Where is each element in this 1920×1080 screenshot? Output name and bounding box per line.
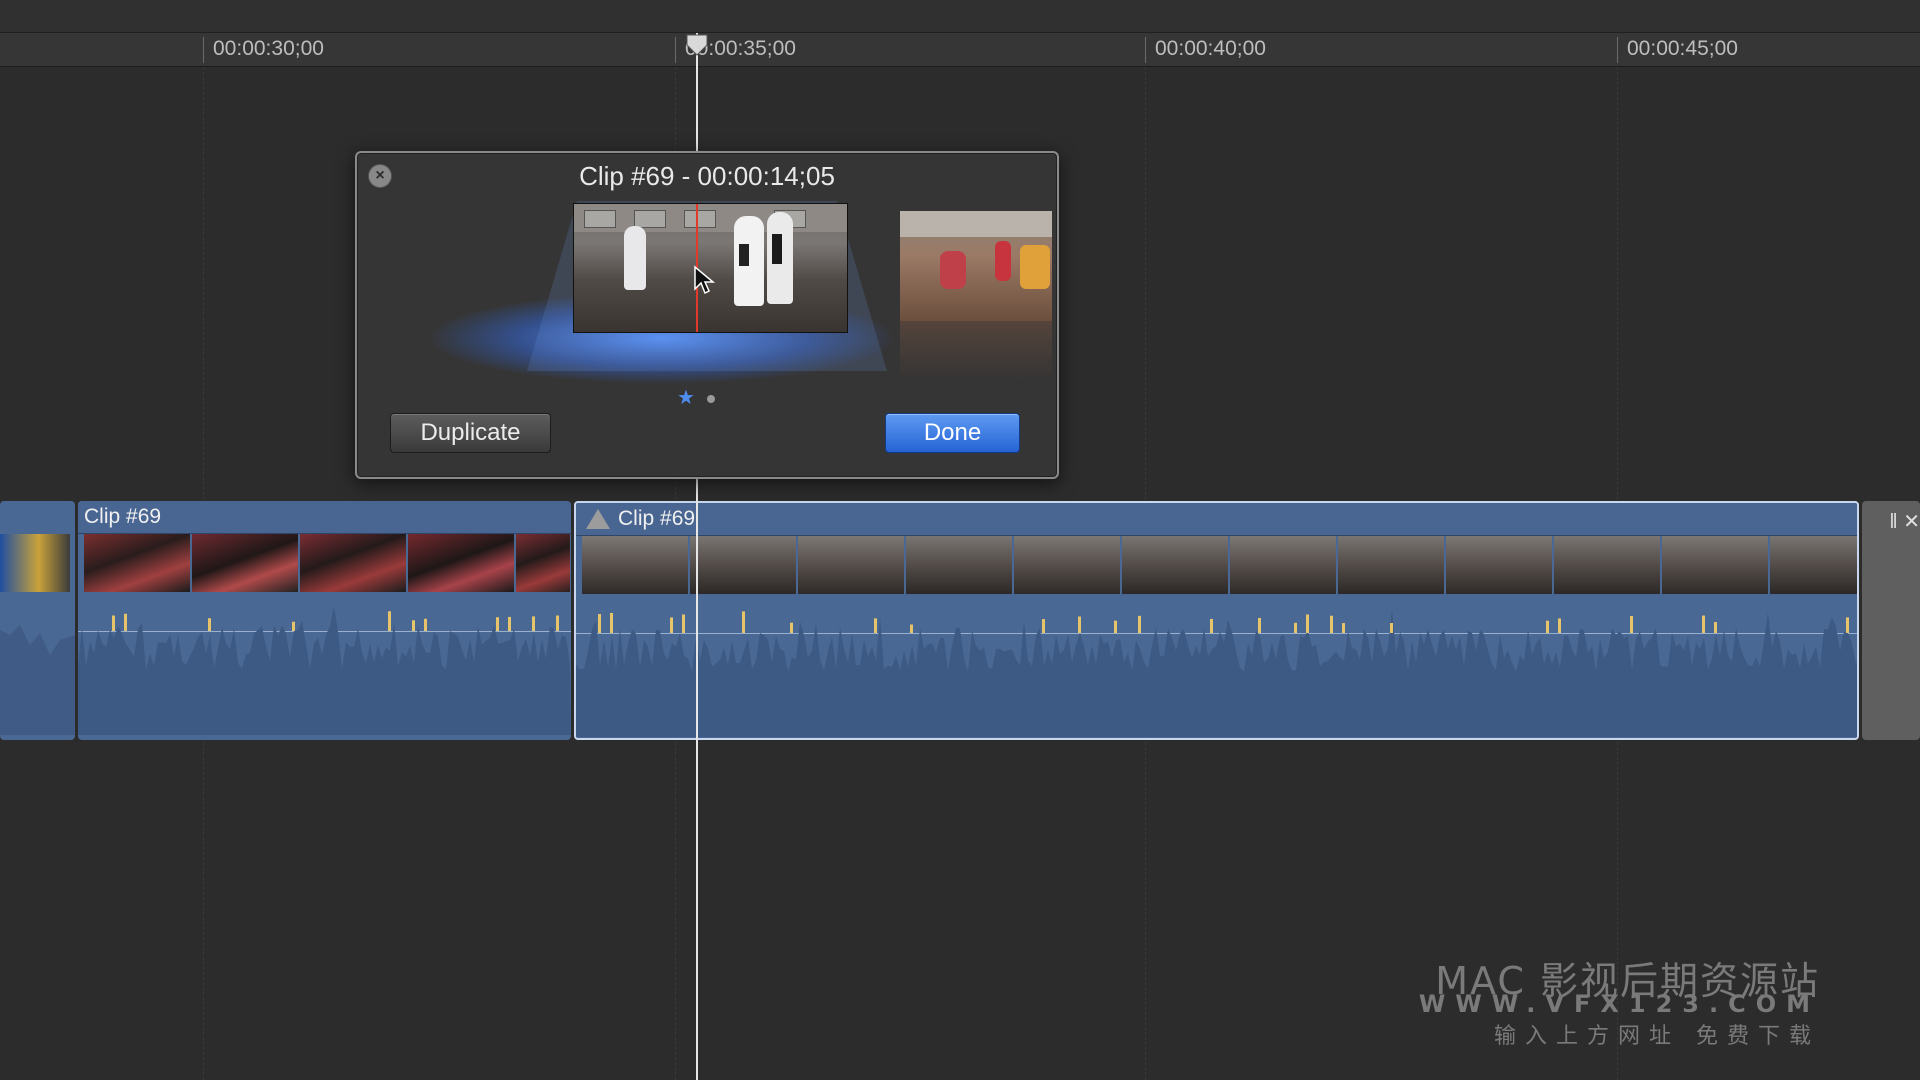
ruler-tick	[203, 37, 204, 63]
transition-icon[interactable]: ‖ ✕	[1889, 509, 1920, 534]
audio-peak	[496, 617, 499, 631]
playhead-handle-icon[interactable]	[685, 33, 709, 57]
audio-peak	[874, 618, 877, 633]
timeline-clip-selected[interactable]: Clip #69	[574, 501, 1859, 740]
audio-waveform	[0, 625, 75, 735]
audio-peak	[742, 611, 745, 633]
timeline-clip-next[interactable]: ‖ ✕	[1862, 501, 1920, 740]
audio-waveform	[78, 606, 571, 735]
warning-icon[interactable]	[586, 509, 610, 529]
audio-peak	[412, 620, 415, 631]
watermark-url: WWW.VFX123.COM	[1418, 990, 1820, 1018]
done-button[interactable]: Done	[885, 413, 1020, 453]
audio-peak	[1042, 619, 1045, 633]
page-dot[interactable]	[707, 395, 715, 403]
popover-title: Clip #69 - 00:00:14;05	[579, 161, 835, 191]
ruler-label: 00:00:30;00	[213, 37, 324, 60]
timecode-ruler[interactable]: 00:00:30;00 00:00:35;00 00:00:40;00 00:0…	[0, 33, 1920, 67]
audio-peak	[1546, 620, 1549, 633]
ruler-label: 00:00:40;00	[1155, 37, 1266, 60]
ruler-tick	[1145, 37, 1146, 63]
timeline-clip-previous[interactable]	[0, 501, 75, 740]
ruler-tick	[1617, 37, 1618, 63]
duplicate-button[interactable]: Duplicate	[390, 413, 551, 453]
audio-peak	[910, 624, 913, 633]
clip-filmstrip	[84, 534, 570, 592]
top-bar	[0, 0, 1920, 33]
watermark-subtitle: 输入上方网址 免费下载	[1494, 1024, 1820, 1049]
ruler-label: 00:00:45;00	[1627, 37, 1738, 60]
audio-peak	[112, 615, 115, 631]
audio-peak	[790, 622, 793, 633]
audio-peak	[1390, 623, 1393, 633]
thumbnail-reflection	[900, 321, 1052, 383]
audio-peak	[1558, 618, 1561, 633]
clip-thumbnail-alternate[interactable]	[900, 211, 1052, 321]
ruler-tick	[675, 37, 676, 63]
clip-name: Clip #69	[84, 505, 162, 528]
audio-peak	[1210, 618, 1213, 633]
audition-popover: × Clip #69 - 00:00:14;05 ★ Duplicate Don…	[355, 151, 1059, 479]
audio-peak	[598, 614, 601, 633]
audio-peak	[424, 618, 427, 631]
audio-peak	[388, 611, 391, 631]
audio-peak	[682, 614, 685, 633]
audio-peak	[1714, 622, 1717, 633]
audio-peak	[610, 612, 613, 633]
audio-peak	[1330, 615, 1333, 633]
audio-peak	[1258, 617, 1261, 633]
audio-peak	[1138, 615, 1141, 633]
audio-peak	[532, 616, 535, 631]
audio-peak	[1294, 622, 1297, 633]
audio-peak	[1630, 615, 1633, 633]
audio-peak	[556, 615, 559, 631]
audio-peak	[292, 621, 295, 631]
clip-filmstrip	[582, 536, 1857, 594]
clip-filmstrip	[0, 534, 72, 592]
audio-waveform	[576, 608, 1857, 737]
clip-header: Clip #69	[576, 503, 1857, 536]
audio-peak	[1846, 617, 1849, 633]
audio-peak	[1702, 615, 1705, 633]
audio-waveform-shape	[576, 608, 1857, 737]
page-indicator: ★	[677, 387, 737, 409]
audio-peak	[670, 617, 673, 633]
audio-peak	[1078, 616, 1081, 633]
pick-star-icon[interactable]: ★	[677, 385, 695, 410]
clip-header: Clip #69	[78, 501, 571, 534]
audio-peak	[508, 616, 511, 631]
cursor-icon	[694, 265, 716, 295]
audio-peak	[1114, 620, 1117, 633]
audio-peak	[208, 618, 211, 631]
audio-peak	[124, 613, 127, 631]
audio-peak	[1306, 614, 1309, 633]
timeline-clip[interactable]: Clip #69	[78, 501, 571, 740]
audio-peak	[1342, 623, 1345, 633]
clip-name: Clip #69	[618, 507, 696, 530]
